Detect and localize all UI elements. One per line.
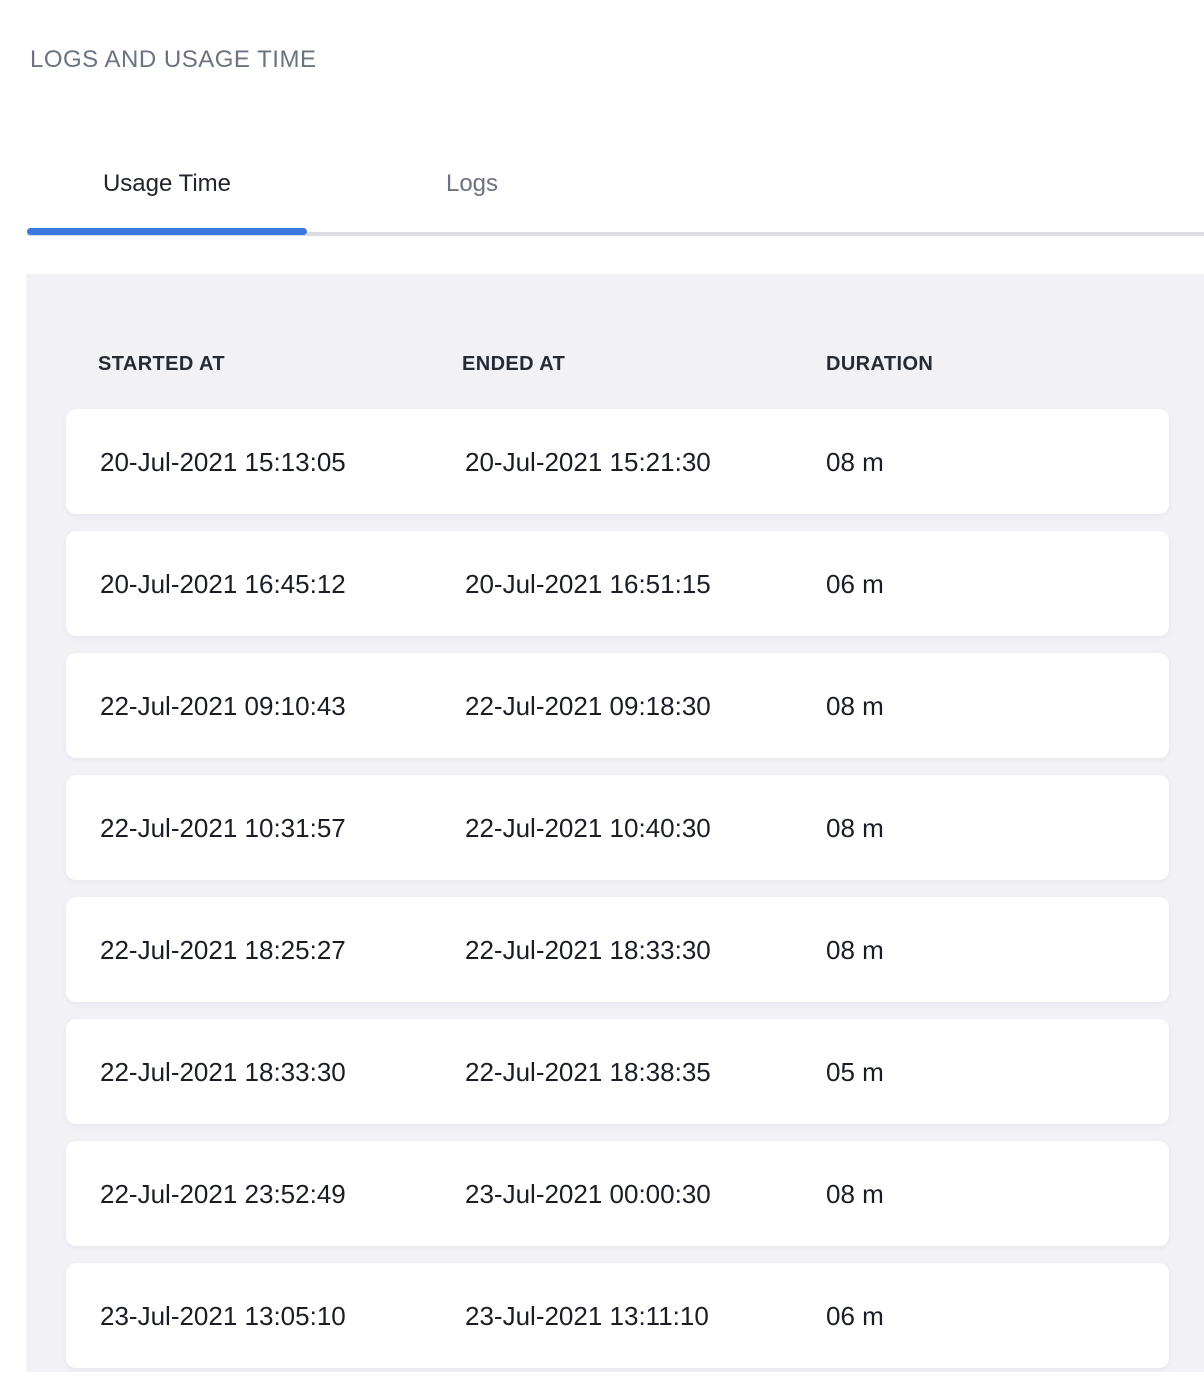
tab-logs-label: Logs bbox=[446, 170, 498, 198]
table-row: 22-Jul-2021 09:10:43 22-Jul-2021 09:18:3… bbox=[66, 653, 1169, 758]
table-row: 22-Jul-2021 18:25:27 22-Jul-2021 18:33:3… bbox=[66, 897, 1169, 1002]
ended-at-value: 22-Jul-2021 18:33:30 bbox=[465, 934, 826, 966]
ended-at-value: 22-Jul-2021 09:18:30 bbox=[465, 690, 826, 722]
duration-value: 06 m bbox=[826, 1300, 1169, 1332]
table-row: 22-Jul-2021 10:31:57 22-Jul-2021 10:40:3… bbox=[66, 775, 1169, 880]
table-row: 23-Jul-2021 13:05:10 23-Jul-2021 13:11:1… bbox=[66, 1263, 1169, 1368]
ended-at-value: 22-Jul-2021 10:40:30 bbox=[465, 812, 826, 844]
duration-value: 08 m bbox=[826, 812, 1169, 844]
ended-at-value: 22-Jul-2021 18:38:35 bbox=[465, 1056, 826, 1088]
ended-at-value: 23-Jul-2021 13:11:10 bbox=[465, 1300, 826, 1332]
duration-value: 05 m bbox=[826, 1056, 1169, 1088]
table-row: 22-Jul-2021 18:33:30 22-Jul-2021 18:38:3… bbox=[66, 1019, 1169, 1124]
table-row: 22-Jul-2021 23:52:49 23-Jul-2021 00:00:3… bbox=[66, 1141, 1169, 1246]
tab-logs[interactable]: Logs bbox=[332, 140, 612, 228]
duration-value: 08 m bbox=[826, 1178, 1169, 1210]
ended-at-value: 20-Jul-2021 16:51:15 bbox=[465, 568, 826, 600]
ended-at-value: 23-Jul-2021 00:00:30 bbox=[465, 1178, 826, 1210]
tab-usage-time[interactable]: Usage Time bbox=[27, 140, 307, 228]
tabs-bar: Usage Time Logs bbox=[0, 140, 1204, 236]
duration-value: 06 m bbox=[826, 568, 1169, 600]
logs-and-usage-page: LOGS AND USAGE TIME Usage Time Logs STAR… bbox=[0, 0, 1204, 1376]
usage-time-panel: STARTED AT ENDED AT DURATION 20-Jul-2021… bbox=[26, 274, 1204, 1372]
started-at-value: 20-Jul-2021 15:13:05 bbox=[100, 446, 465, 478]
table-row: 20-Jul-2021 16:45:12 20-Jul-2021 16:51:1… bbox=[66, 531, 1169, 636]
table-body: 20-Jul-2021 15:13:05 20-Jul-2021 15:21:3… bbox=[66, 409, 1169, 1368]
started-at-value: 22-Jul-2021 09:10:43 bbox=[100, 690, 465, 722]
tab-usage-time-label: Usage Time bbox=[103, 170, 231, 198]
column-header-started-at: STARTED AT bbox=[98, 354, 462, 374]
table-header-row: STARTED AT ENDED AT DURATION bbox=[66, 354, 1169, 374]
started-at-value: 23-Jul-2021 13:05:10 bbox=[100, 1300, 465, 1332]
duration-value: 08 m bbox=[826, 446, 1169, 478]
started-at-value: 22-Jul-2021 10:31:57 bbox=[100, 812, 465, 844]
started-at-value: 22-Jul-2021 23:52:49 bbox=[100, 1178, 465, 1210]
column-header-duration: DURATION bbox=[826, 354, 1169, 374]
started-at-value: 20-Jul-2021 16:45:12 bbox=[100, 568, 465, 600]
page-title: LOGS AND USAGE TIME bbox=[30, 46, 1204, 74]
started-at-value: 22-Jul-2021 18:25:27 bbox=[100, 934, 465, 966]
table-row: 20-Jul-2021 15:13:05 20-Jul-2021 15:21:3… bbox=[66, 409, 1169, 514]
started-at-value: 22-Jul-2021 18:33:30 bbox=[100, 1056, 465, 1088]
duration-value: 08 m bbox=[826, 934, 1169, 966]
ended-at-value: 20-Jul-2021 15:21:30 bbox=[465, 446, 826, 478]
duration-value: 08 m bbox=[826, 690, 1169, 722]
column-header-ended-at: ENDED AT bbox=[462, 354, 826, 374]
